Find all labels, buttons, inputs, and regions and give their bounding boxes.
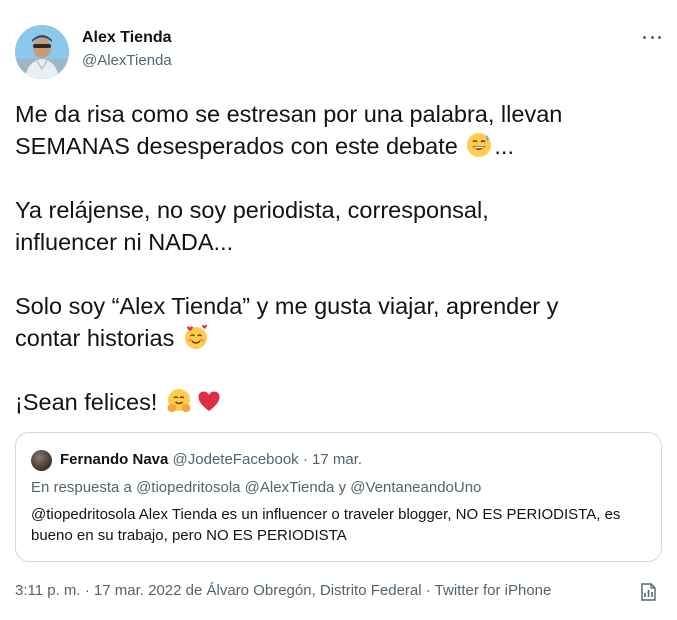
tweet-line: ¡Sean felices! <box>15 386 660 418</box>
tweet-paragraph: Me da risa como se estresan por una pala… <box>15 98 660 162</box>
quoted-tweet[interactable]: Fernando Nava @JodeteFacebook · 17 mar. … <box>15 432 662 562</box>
tweet-line-text: ¡Sean felices! <box>15 389 158 415</box>
quoted-text: @tiopedritosola Alex Tienda es un influe… <box>31 506 621 544</box>
quoted-author-name[interactable]: Fernando Nava <box>60 451 168 468</box>
hugging-emoji <box>166 388 192 414</box>
tweet-line-text: contar historias <box>15 325 175 351</box>
author-avatar[interactable] <box>15 25 69 79</box>
quoted-avatar[interactable] <box>31 450 52 471</box>
tweet-line: Solo soy “Alex Tienda” y me gusta viajar… <box>15 293 559 319</box>
tweet-line: SEMANAS desesperados con este debate ... <box>15 130 660 162</box>
quoted-reply-line: En respuesta a @tiopedritosola @AlexTien… <box>31 479 482 496</box>
tweet-line: contar historias <box>15 322 660 354</box>
tweet-paragraph: Ya relájense, no soy periodista, corresp… <box>15 194 660 258</box>
tweet-line-ellipsis: ... <box>494 133 514 159</box>
author-name[interactable]: Alex Tienda <box>82 29 172 47</box>
tweet-line: Ya relájense, no soy periodista, corresp… <box>15 197 489 223</box>
tweet-paragraph: ¡Sean felices! <box>15 386 660 418</box>
red-heart-emoji <box>196 388 222 414</box>
tweet-text: Me da risa como se estresan por una pala… <box>15 98 660 418</box>
more-options-icon[interactable] <box>640 30 664 44</box>
analytics-icon[interactable] <box>640 582 658 602</box>
quoted-header: Fernando Nava @JodeteFacebook · 17 mar. <box>60 451 362 468</box>
tweet-paragraph: Solo soy “Alex Tienda” y me gusta viajar… <box>15 290 660 354</box>
tweet-timestamp[interactable]: 3:11 p. m. · 17 mar. 2022 de Álvaro Obre… <box>15 582 551 599</box>
grinning-sweat-emoji <box>466 132 492 158</box>
tweet-line: influencer ni NADA... <box>15 229 234 255</box>
tweet-card: Alex Tienda @AlexTienda Me da risa como … <box>0 0 677 620</box>
tweet-line: Me da risa como se estresan por una pala… <box>15 101 563 127</box>
quoted-author-meta: @JodeteFacebook · 17 mar. <box>172 451 363 468</box>
tweet-line-text: SEMANAS desesperados con este debate <box>15 133 458 159</box>
smiling-hearts-emoji <box>183 324 209 350</box>
author-handle[interactable]: @AlexTienda <box>82 52 172 69</box>
